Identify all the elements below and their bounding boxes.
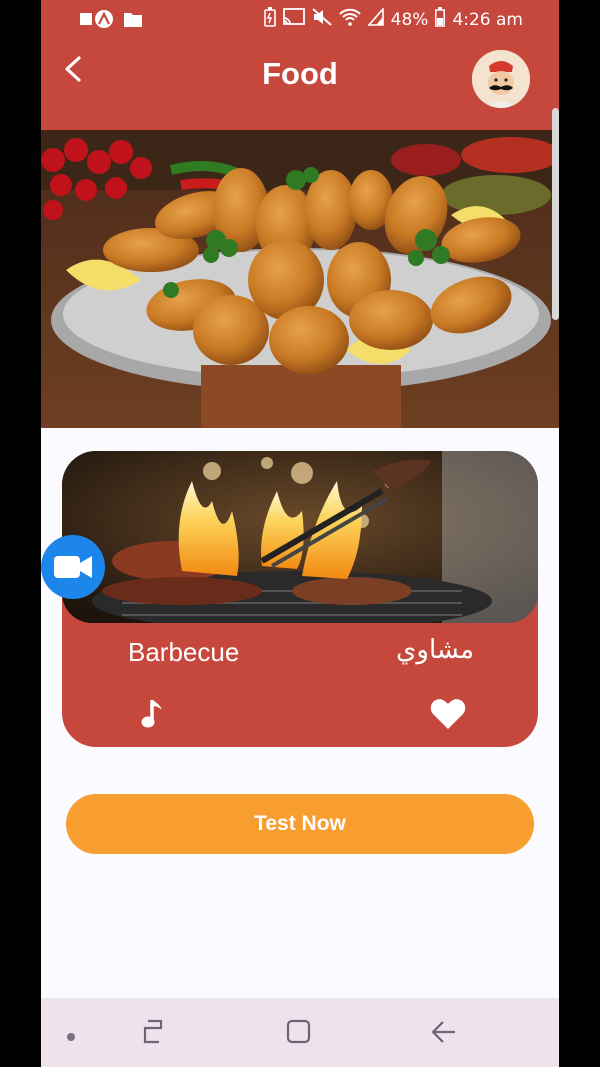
back-icon[interactable] [429, 1018, 457, 1050]
wifi-icon [338, 8, 361, 31]
favorite-button[interactable] [430, 698, 466, 730]
folder-icon [124, 11, 142, 32]
video-camera-icon [54, 556, 92, 578]
clock: 4:26 am [452, 9, 523, 30]
app-screen: 48% 4:26 am Food Barbecue مشاوي Test Now [41, 0, 559, 1067]
notification-a-icon [80, 9, 114, 34]
heart-icon [430, 699, 466, 729]
music-note-icon [141, 700, 162, 728]
video-call-fab[interactable] [41, 535, 105, 599]
home-icon[interactable] [286, 1018, 312, 1050]
barbecue-image [62, 451, 538, 623]
recent-apps-icon[interactable] [141, 1018, 165, 1050]
food-name-english: Barbecue [128, 637, 240, 667]
chef-icon [472, 50, 530, 108]
system-nav-bar [41, 998, 559, 1067]
battery-saver-icon [263, 7, 276, 32]
app-bar: Food [41, 38, 559, 130]
scroll-handle[interactable] [552, 108, 559, 320]
battery-percent: 48% [390, 9, 429, 30]
signal-icon [366, 6, 384, 31]
battery-icon [435, 7, 446, 32]
status-bar: 48% 4:26 am [41, 0, 559, 38]
food-name-arabic: مشاوي [396, 635, 474, 665]
cast-icon [282, 8, 305, 31]
food-card[interactable]: Barbecue مشاوي [62, 451, 538, 747]
test-now-button[interactable]: Test Now [66, 794, 534, 854]
nav-dot [66, 1027, 76, 1046]
play-sound-button[interactable] [140, 698, 166, 730]
hero-food-image [41, 130, 559, 428]
chef-avatar[interactable] [472, 50, 530, 108]
mute-icon [311, 8, 332, 31]
